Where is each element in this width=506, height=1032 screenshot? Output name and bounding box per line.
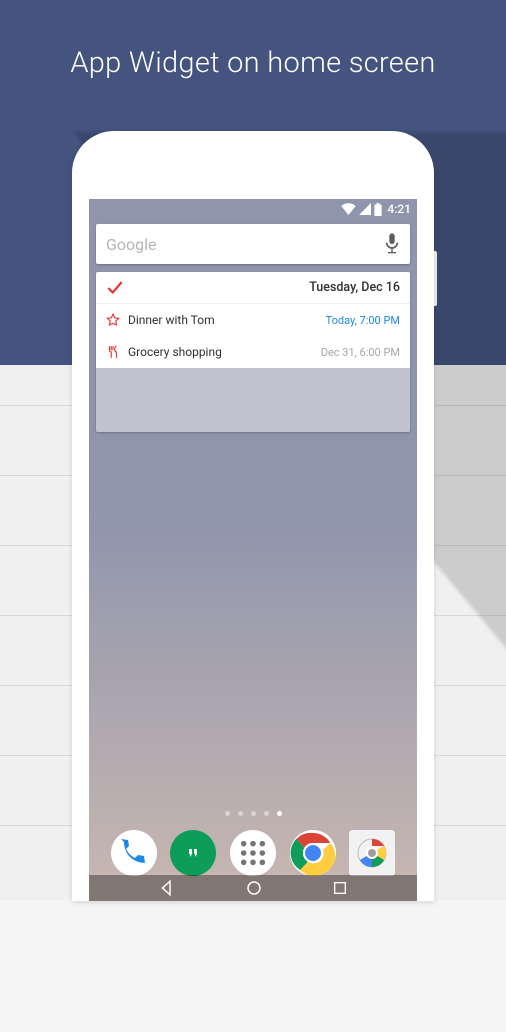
widget-date: Tuesday, Dec 16 bbox=[124, 280, 400, 295]
google-search-bar[interactable]: Google bbox=[96, 224, 410, 264]
mic-icon[interactable] bbox=[384, 233, 400, 255]
hangouts-app-icon[interactable] bbox=[170, 830, 216, 876]
chrome-app-icon[interactable] bbox=[290, 830, 336, 876]
page-indicator bbox=[89, 811, 417, 816]
nav-bar bbox=[89, 875, 417, 901]
home-icon[interactable] bbox=[245, 879, 263, 897]
phone-power-button bbox=[434, 251, 437, 306]
wifi-icon bbox=[341, 203, 356, 215]
widget-item-title: Dinner with Tom bbox=[128, 313, 215, 327]
phone-frame: 4:21 Google Tuesday, Dec 16 Dinner with … bbox=[72, 131, 434, 901]
signal-icon bbox=[359, 203, 371, 215]
widget-item[interactable]: Grocery shopping Dec 31, 6:00 PM bbox=[96, 336, 410, 368]
back-icon[interactable] bbox=[158, 879, 176, 897]
widget-empty-area bbox=[96, 368, 410, 432]
widget-item-time: Dec 31, 6:00 PM bbox=[321, 346, 400, 359]
recents-icon[interactable] bbox=[332, 880, 348, 896]
status-time: 4:21 bbox=[387, 202, 411, 216]
widget-header[interactable]: Tuesday, Dec 16 bbox=[96, 272, 410, 304]
star-icon bbox=[106, 313, 120, 327]
search-label: Google bbox=[106, 235, 157, 254]
page-dot bbox=[225, 811, 230, 816]
promo-title: App Widget on home screen bbox=[0, 46, 506, 80]
battery-icon bbox=[374, 203, 382, 216]
page-dot-active bbox=[277, 811, 282, 816]
app-drawer-icon[interactable] bbox=[230, 830, 276, 876]
todo-widget[interactable]: Tuesday, Dec 16 Dinner with Tom Today, 7… bbox=[96, 272, 410, 432]
widget-item-time: Today, 7:00 PM bbox=[326, 314, 400, 327]
checkmark-icon bbox=[106, 279, 124, 297]
page-dot bbox=[251, 811, 256, 816]
widget-item-title: Grocery shopping bbox=[128, 345, 222, 359]
widget-item[interactable]: Dinner with Tom Today, 7:00 PM bbox=[96, 304, 410, 336]
status-bar: 4:21 bbox=[89, 199, 417, 219]
page-dot bbox=[264, 811, 269, 816]
phone-screen: 4:21 Google Tuesday, Dec 16 Dinner with … bbox=[89, 199, 417, 901]
camera-app-icon[interactable] bbox=[349, 830, 395, 876]
phone-app-icon[interactable] bbox=[111, 830, 157, 876]
fork-icon bbox=[106, 345, 120, 359]
page-dot bbox=[238, 811, 243, 816]
dock bbox=[89, 830, 417, 876]
